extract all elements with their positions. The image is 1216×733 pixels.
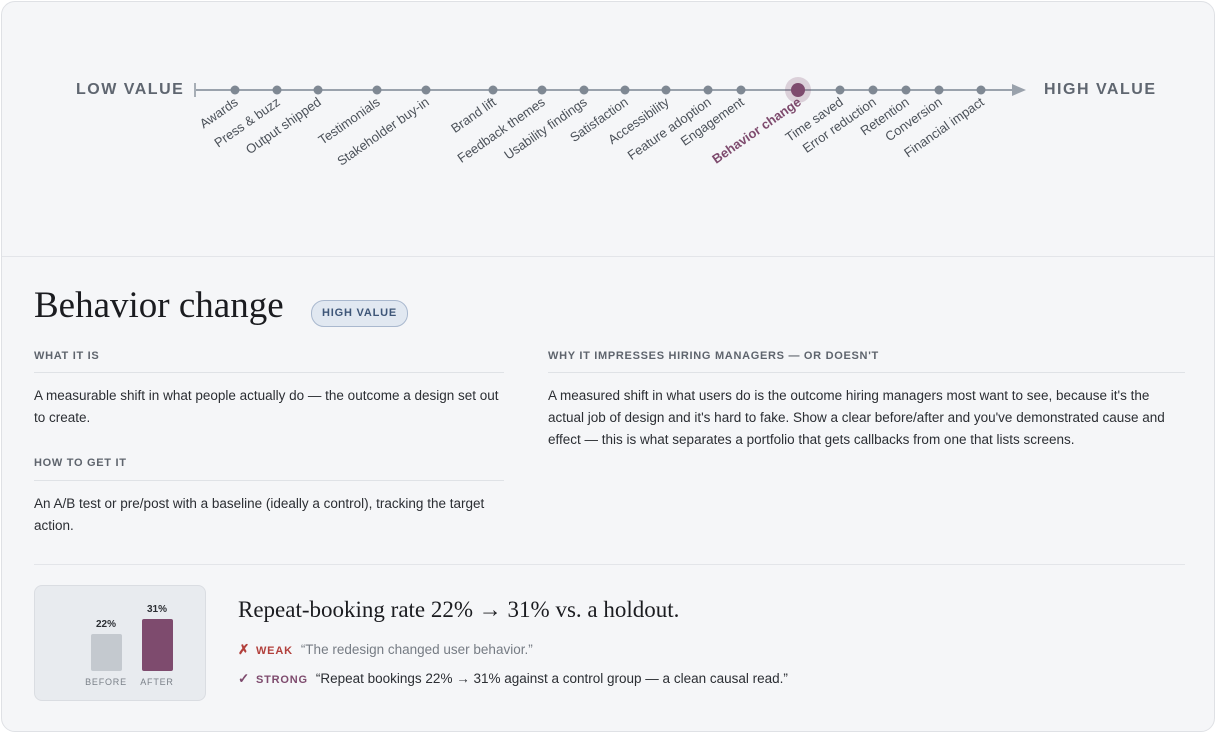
scale-marker-satisfaction[interactable] <box>620 85 630 95</box>
scale-marker-feedback-themes[interactable] <box>537 85 547 95</box>
why-impresses-heading: WHY IT IMPRESSES HIRING MANAGERS — OR DO… <box>548 350 879 362</box>
scale-marker-financial-impact[interactable] <box>976 85 986 95</box>
section-divider <box>548 372 1185 373</box>
scale-marker-conversion[interactable] <box>934 85 944 95</box>
weak-label: WEAK <box>256 645 293 657</box>
scale-marker-press-buzz[interactable] <box>272 85 282 95</box>
scale-marker-error-reduction[interactable] <box>868 85 878 95</box>
value-scale: LOW VALUE HIGH VALUE Awards Press & buzz O… <box>2 2 1214 257</box>
metric-title: Behavior change <box>34 285 284 326</box>
scale-marker-brand-lift[interactable] <box>488 85 498 95</box>
scale-arrow-icon <box>1012 84 1026 96</box>
value-badge: HIGH VALUE <box>311 300 409 327</box>
how-to-get-it-text: An A/B test or pre/post with a baseline … <box>34 496 485 533</box>
strong-quote: “Repeat bookings 22% → 31% against a con… <box>315 671 788 686</box>
why-impresses-text: A measured shift in what users do is the… <box>548 388 1165 447</box>
value-scale-axis: AwardsPress & buzzOutput shippedTestimon… <box>194 77 1026 169</box>
what-it-is-text: A measurable shift in what people actual… <box>34 388 499 425</box>
scale-marker-engagement[interactable] <box>736 85 746 95</box>
section-divider <box>34 480 504 481</box>
how-to-get-it-heading: HOW TO GET IT <box>34 457 127 469</box>
strong-example: ✓ STRONG “Repeat bookings 22% → 31% agains… <box>238 671 788 687</box>
after-value-label: 31% <box>146 604 167 615</box>
before-bar <box>91 634 122 671</box>
scale-marker-stakeholder-buy-in[interactable] <box>421 85 431 95</box>
scale-marker-feature-adoption[interactable] <box>703 85 713 95</box>
before-value-label: 22% <box>95 619 116 630</box>
scale-marker-output-shipped[interactable] <box>313 85 323 95</box>
what-it-is-heading: WHAT IT IS <box>34 350 100 362</box>
weak-quote: “The redesign changed user behavior.” <box>300 642 533 657</box>
scale-marker-awards[interactable] <box>230 85 240 95</box>
before-category-label: BEFORE <box>85 677 127 687</box>
after-bar <box>142 619 173 671</box>
scale-marker-accessibility[interactable] <box>661 85 671 95</box>
scale-label-stakeholder-buy-in[interactable]: Stakeholder buy-in <box>334 94 431 168</box>
after-category-label: AFTER <box>140 677 174 687</box>
example-headline: Repeat-booking rate 22% → 31% vs. a hold… <box>238 597 680 622</box>
section-divider <box>34 564 1185 565</box>
scale-marker-usability-findings[interactable] <box>579 85 589 95</box>
scale-marker-retention[interactable] <box>901 85 911 95</box>
before-after-chart: 22% BEFORE 31% AFTER <box>34 585 206 701</box>
cross-icon: ✗ <box>238 642 250 657</box>
weak-example: ✗ WEAK “The redesign changed user behavior… <box>238 642 533 658</box>
section-divider <box>34 372 504 373</box>
metric-card: LOW VALUE HIGH VALUE Awards Press & buzz O… <box>1 1 1215 732</box>
check-icon: ✓ <box>238 671 250 686</box>
scale-marker-testimonials[interactable] <box>372 85 382 95</box>
strong-label: STRONG <box>256 674 308 686</box>
scale-marker-time-saved[interactable] <box>835 85 845 95</box>
